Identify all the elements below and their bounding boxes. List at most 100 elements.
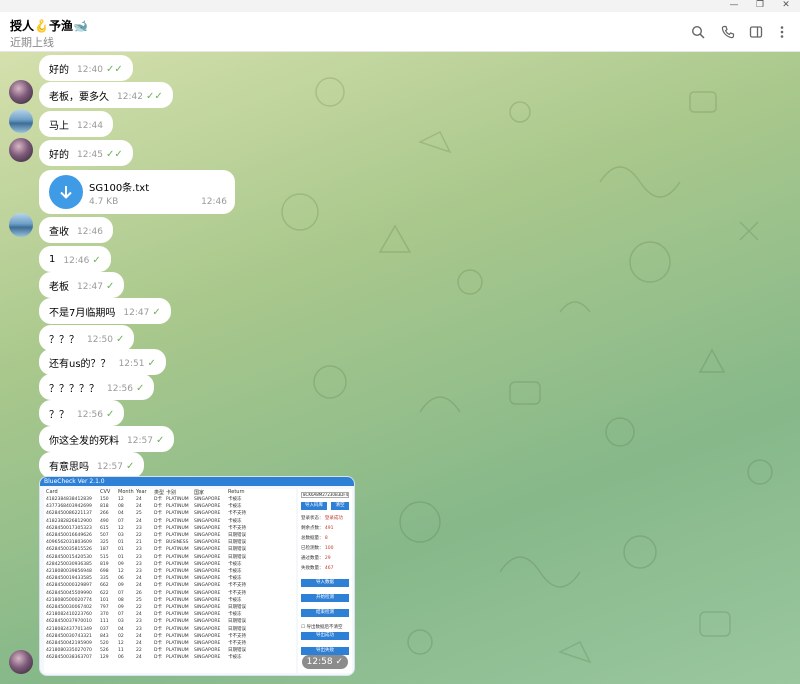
results-table: Card CVV Month Year 类型 卡别 国家 Return 418238483841… bbox=[44, 489, 296, 673]
avatar-contact[interactable] bbox=[9, 650, 33, 674]
table-cell: PLATINUM bbox=[166, 583, 189, 589]
sidebar-toggle-icon[interactable] bbox=[746, 22, 766, 42]
table-row: 4182382826812900 490 07 24 D卡 PLATINUM SINGAPO… bbox=[44, 519, 296, 525]
table-cell: 4284250030936385 bbox=[46, 561, 92, 567]
message-bubble[interactable]: 不是7月临期吗 12:47 ✓ bbox=[39, 298, 171, 324]
table-cell: D卡 bbox=[154, 576, 162, 582]
table-row: 4218082410223760 370 07 24 D卡 PLATINUM SINGAPO… bbox=[44, 612, 296, 618]
message-bubble[interactable]: 老板 12:47 ✓ bbox=[39, 272, 125, 298]
table-cell: D卡 bbox=[154, 540, 162, 546]
table-cell: 24 bbox=[136, 583, 142, 589]
message-bubble[interactable]: 马上 12:44 bbox=[39, 111, 113, 137]
table-cell: SINGAPORE bbox=[194, 605, 221, 610]
phone-icon[interactable] bbox=[718, 22, 738, 42]
image-message[interactable]: BlueCheck Ver 2.1.0 Card CVV Month Year 类型 卡别… bbox=[39, 476, 355, 676]
table-cell: 12 bbox=[118, 641, 124, 646]
table-row: 4628450086221137 266 04 25 D卡 PLATINUM SINGAPO… bbox=[44, 511, 296, 517]
table-cell: D卡 bbox=[154, 504, 162, 510]
window-titlebar: — ❐ ✕ bbox=[0, 0, 800, 12]
message-bubble[interactable]: ？？？？？ 12:56 ✓ bbox=[39, 374, 155, 400]
avatar-contact[interactable] bbox=[9, 138, 33, 162]
message-bubble[interactable]: 老板，要多久 12:42 ✓✓ bbox=[39, 82, 173, 108]
table-cell: 4628450019433585 bbox=[46, 576, 92, 582]
read-check-icon: ✓✓ bbox=[145, 91, 163, 102]
message-bubble[interactable]: ？？ 12:56 ✓ bbox=[39, 400, 125, 426]
message-text: 老板 bbox=[49, 281, 69, 293]
table-cell: 515 bbox=[100, 554, 109, 560]
table-cell: 4628450030067402 bbox=[46, 605, 92, 610]
table-row: 4628450000329897 662 09 24 D卡 PLATINUM SINGAPO… bbox=[44, 583, 296, 589]
table-cell: 4628450030743321 bbox=[46, 633, 92, 639]
table-cell: PLATINUM bbox=[166, 641, 189, 646]
table-cell: PLATINUM bbox=[166, 576, 189, 582]
table-cell: SINGAPORE bbox=[194, 648, 221, 654]
minimize-button[interactable]: — bbox=[722, 0, 746, 12]
table-cell: 01 bbox=[118, 547, 124, 553]
message-bubble[interactable]: 好的 12:40 ✓✓ bbox=[39, 55, 133, 81]
message-text: 查收 bbox=[49, 226, 69, 238]
table-cell: PLATINUM bbox=[166, 561, 189, 567]
message-bubble[interactable]: 1 12:46 ✓ bbox=[39, 246, 111, 272]
table-header-cell: 国家 bbox=[194, 490, 205, 496]
stat-line: 已检测数： 100 bbox=[301, 546, 334, 551]
table-cell: 02 bbox=[118, 633, 124, 639]
more-menu-icon[interactable] bbox=[772, 22, 792, 42]
table-cell: SINGAPORE bbox=[194, 554, 221, 560]
table-cell: 4628450017305323 bbox=[46, 525, 92, 531]
sent-check-icon: ✓ bbox=[105, 281, 115, 292]
table-cell: 150 bbox=[100, 497, 109, 502]
table-cell: SINGAPORE bbox=[194, 655, 221, 661]
table-cell: 24 bbox=[136, 504, 142, 510]
message-text: 好的 bbox=[49, 64, 69, 76]
table-cell: 卡被冻 bbox=[228, 497, 242, 502]
table-cell: 08 bbox=[118, 504, 124, 510]
message-bubble[interactable]: ？？？ 12:50 ✓ bbox=[39, 325, 135, 351]
table-cell: D卡 bbox=[154, 561, 162, 567]
table-cell: 日期错误 bbox=[228, 648, 246, 654]
message-bubble[interactable]: 还有us的？？ 12:51 ✓ bbox=[39, 349, 166, 375]
message-time: 12:42 bbox=[117, 92, 143, 102]
avatar-contact[interactable] bbox=[9, 80, 33, 104]
table-cell: D卡 bbox=[154, 569, 162, 574]
table-cell: D卡 bbox=[154, 633, 162, 639]
key-input: 8CK6A8M27230B3DF4B6A8 bbox=[301, 492, 349, 498]
avatar-self[interactable] bbox=[9, 109, 33, 133]
stat-line: 失败数量： 467 bbox=[301, 566, 334, 571]
table-cell: 507 bbox=[100, 533, 109, 538]
table-cell: PLATINUM bbox=[166, 525, 189, 531]
table-row: 4218082437701349 037 04 23 D卡 PLATINUM SINGAPO… bbox=[44, 627, 296, 633]
message-bubble[interactable]: 查收 12:46 bbox=[39, 217, 113, 243]
chat-header: 授人🪝予渔🐋 近期上线 bbox=[0, 12, 800, 52]
restore-button[interactable]: ❐ bbox=[748, 0, 772, 12]
table-cell: 23 bbox=[136, 547, 142, 553]
message-bubble[interactable]: 好的 12:45 ✓✓ bbox=[39, 140, 133, 166]
table-cell: 819 bbox=[100, 561, 109, 567]
table-cell: 日期错误 bbox=[228, 626, 246, 632]
table-cell: D卡 bbox=[154, 655, 162, 661]
chat-area[interactable]: 好的 12:40 ✓✓ 老板，要多久 12:42 ✓✓ 马上 12:44 好的 … bbox=[0, 52, 800, 684]
message-bubble[interactable]: 有意思吗 12:57 ✓ bbox=[39, 452, 145, 478]
table-row: 4628450037970010 111 03 23 D卡 PLATINUM SINGAPO… bbox=[44, 619, 296, 625]
message-text: 好的 bbox=[49, 149, 69, 161]
file-message[interactable]: SG100条.txt 4.7 KB 12:46 bbox=[39, 170, 235, 214]
table-cell: 07 bbox=[118, 518, 124, 524]
message-time: 12:40 bbox=[77, 65, 103, 75]
search-icon[interactable] bbox=[688, 22, 708, 42]
chat-title[interactable]: 授人🪝予渔🐋 bbox=[10, 17, 88, 34]
table-cell: SINGAPORE bbox=[194, 540, 221, 546]
close-button[interactable]: ✕ bbox=[774, 0, 798, 12]
table-row: 4218080039856948 698 12 23 D卡 PLATINUM SINGAPO… bbox=[44, 569, 296, 575]
table-cell: 662 bbox=[100, 583, 109, 589]
app-button: 导出成功 bbox=[301, 632, 349, 640]
avatar-self[interactable] bbox=[9, 213, 33, 237]
table-header-cell: Year bbox=[136, 489, 147, 495]
table-cell: 21 bbox=[136, 540, 142, 546]
table-cell: 卡不支持 bbox=[228, 590, 246, 596]
table-cell: SINGAPORE bbox=[194, 612, 221, 618]
table-cell: 24 bbox=[136, 497, 142, 502]
message-bubble[interactable]: 你这全发的死料 12:57 ✓ bbox=[39, 426, 175, 452]
table-cell: 卡不支持 bbox=[228, 511, 246, 517]
table-cell: 12 bbox=[118, 525, 124, 531]
table-cell: 24 bbox=[136, 633, 142, 639]
download-icon[interactable] bbox=[49, 175, 83, 209]
